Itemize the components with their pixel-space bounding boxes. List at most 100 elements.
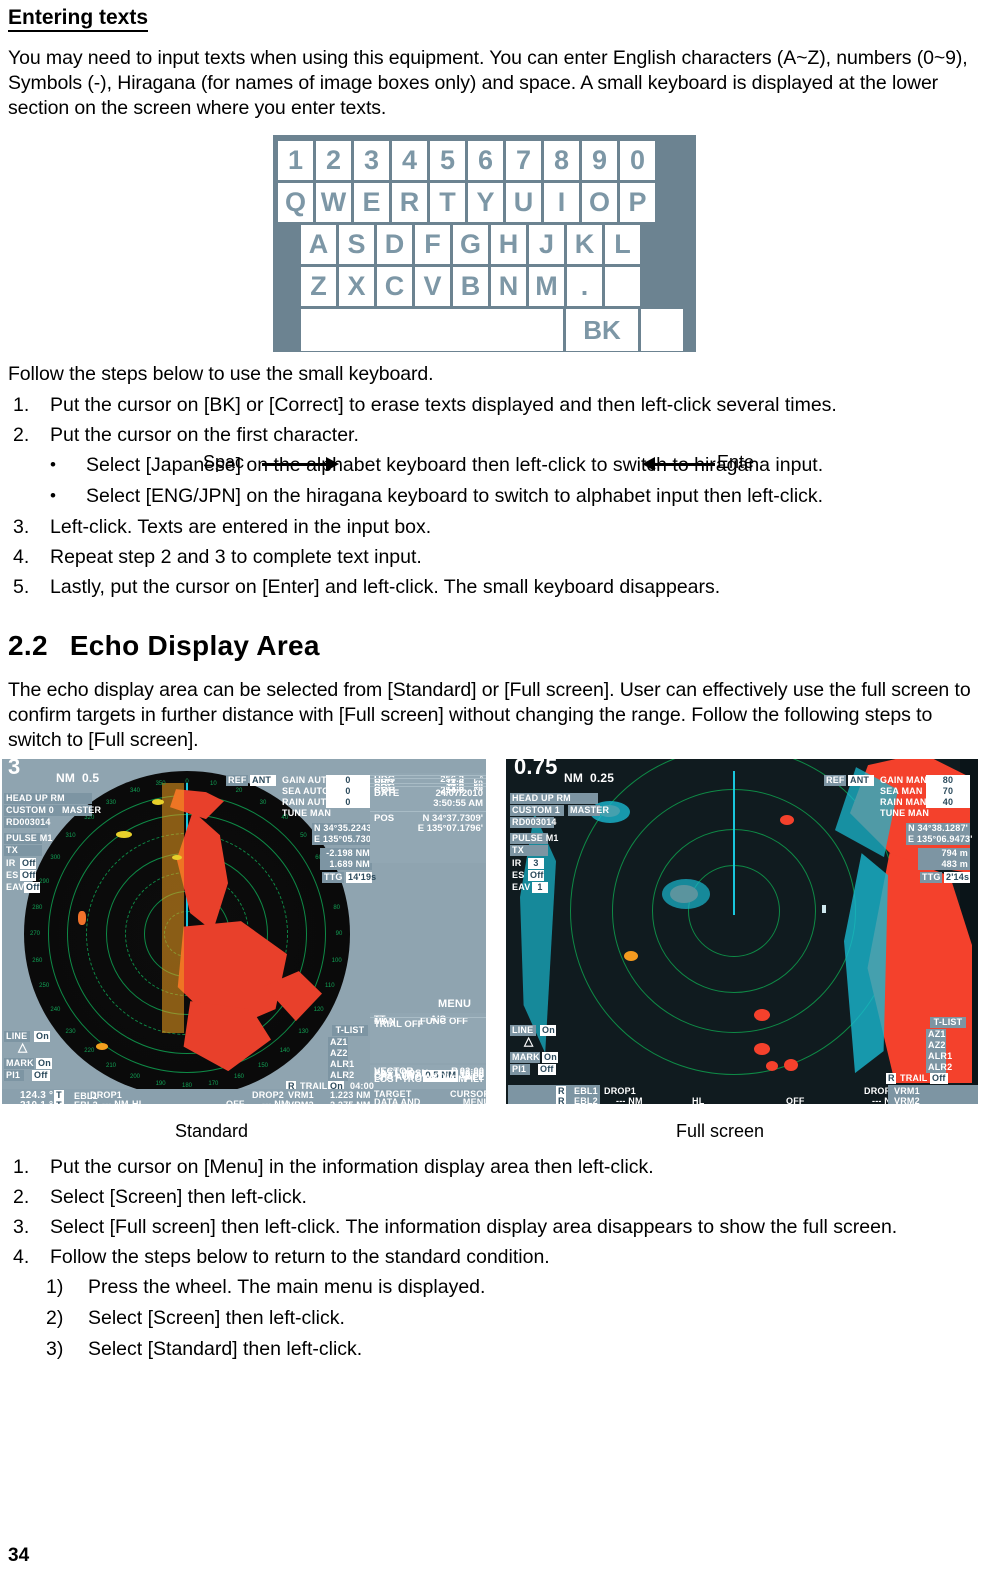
es-value-std[interactable]: Off — [20, 870, 36, 882]
key-u[interactable]: U — [506, 183, 541, 223]
key-i[interactable]: I — [544, 183, 579, 223]
key-k[interactable]: K — [567, 225, 602, 265]
key-r[interactable]: R — [392, 183, 427, 223]
key-y[interactable]: Y — [468, 183, 503, 223]
az1-std[interactable]: AZ1 — [328, 1037, 348, 1049]
key-o[interactable]: O — [582, 183, 617, 223]
alr2-fs[interactable]: ALR2 — [926, 1062, 952, 1074]
key-8[interactable]: 8 — [544, 141, 579, 181]
key-3[interactable]: 3 — [354, 141, 389, 181]
key-h[interactable]: H — [491, 225, 526, 265]
trail-value-fs[interactable]: Off — [930, 1073, 948, 1085]
key-backspace[interactable]: BK — [566, 309, 638, 352]
rain-value-std[interactable]: 0 — [326, 797, 370, 809]
key-2[interactable]: 2 — [316, 141, 351, 181]
cursor-menu-std[interactable]: CURSOR MENU — [448, 1090, 486, 1105]
key-7[interactable]: 7 — [506, 141, 541, 181]
key-p[interactable]: P — [620, 183, 655, 223]
list-text: Select [Standard] then left-click. — [88, 1338, 363, 1361]
t-list-button-std[interactable]: T-LIST — [332, 1025, 368, 1037]
key-9[interactable]: 9 — [582, 141, 617, 181]
key-e[interactable]: E — [354, 183, 389, 223]
ref-fs[interactable]: REF — [824, 775, 846, 787]
key-6[interactable]: 6 — [468, 141, 503, 181]
es-label-std: ES — [6, 870, 19, 881]
sea-value-fs[interactable]: 70 — [926, 786, 970, 798]
es-value-fs[interactable]: Off — [528, 870, 544, 882]
t-list-button-fs[interactable]: T-LIST — [930, 1017, 966, 1029]
alr1-std[interactable]: ALR1 — [328, 1059, 354, 1071]
key-f[interactable]: F — [415, 225, 450, 265]
bearing-tick-label: 240 — [50, 1007, 61, 1014]
alr1-fs[interactable]: ALR1 — [926, 1051, 952, 1063]
key-0[interactable]: 0 — [620, 141, 655, 181]
key-q[interactable]: Q — [278, 183, 313, 223]
ebl2-ref-fs[interactable]: R — [556, 1096, 566, 1105]
key-b[interactable]: B — [453, 267, 488, 307]
line-value-fs[interactable]: On — [540, 1025, 556, 1037]
key-1[interactable]: 1 — [278, 141, 313, 181]
pulse-fs[interactable]: PULSE M1 — [510, 833, 558, 845]
ir-value-fs[interactable]: 3 — [528, 858, 544, 870]
custom-std[interactable]: CUSTOM 0 — [4, 805, 60, 817]
tx-fs[interactable]: TX — [510, 845, 548, 857]
key-g[interactable]: G — [453, 225, 488, 265]
key-c[interactable]: C — [377, 267, 412, 307]
target-data-std[interactable]: TARGET DATA AND — [372, 1090, 423, 1105]
key-spacer — [605, 267, 640, 307]
line-value-std[interactable]: On — [34, 1031, 50, 1043]
ref-std[interactable]: REF — [226, 775, 248, 787]
keyboard-row-zxcv: Z X C V B N M . — [278, 267, 691, 307]
pulse-std[interactable]: PULSE M1 — [4, 833, 52, 845]
ant-std[interactable]: ANT — [250, 775, 276, 787]
key-enter[interactable] — [641, 309, 683, 352]
mark-value-std[interactable]: On — [36, 1058, 52, 1070]
menu-button-std[interactable]: MENU — [436, 999, 473, 1010]
key-l[interactable]: L — [605, 225, 640, 265]
key-v[interactable]: V — [415, 267, 450, 307]
az2-std[interactable]: AZ2 — [328, 1048, 348, 1060]
gain-value-fs[interactable]: 80 — [926, 775, 970, 787]
alr2-std[interactable]: ALR2 — [328, 1070, 354, 1082]
sea-value-std[interactable]: 0 — [326, 786, 370, 798]
pi-value-fs[interactable]: Off — [538, 1064, 556, 1076]
eav-value-std[interactable]: Off — [24, 882, 40, 894]
key-a[interactable]: A — [301, 225, 336, 265]
key-4[interactable]: 4 — [392, 141, 427, 181]
gain-value-std[interactable]: 0 — [326, 775, 370, 787]
bearing-tick-label: 290 — [39, 879, 50, 886]
pi-value-std[interactable]: Off — [32, 1070, 50, 1082]
bearing-tick-label: 250 — [39, 983, 50, 990]
ant-fs[interactable]: ANT — [848, 775, 874, 787]
soft-keyboard[interactable]: 1 2 3 4 5 6 7 8 9 0 Q W E R T Y U I O P … — [273, 135, 696, 353]
off-std: OFF — [226, 1099, 245, 1105]
key-m[interactable]: M — [529, 267, 564, 307]
key-w[interactable]: W — [316, 183, 351, 223]
ebl2-ref-std[interactable]: T — [54, 1100, 64, 1105]
ir-value-std[interactable]: Off — [20, 858, 36, 870]
tx-std[interactable]: TX — [4, 845, 42, 857]
trail-mode-fs[interactable]: R — [886, 1073, 896, 1085]
key-space[interactable] — [301, 309, 563, 352]
rain-value-fs[interactable]: 40 — [926, 797, 970, 809]
key-period[interactable]: . — [567, 267, 602, 307]
az2-fs[interactable]: AZ2 — [926, 1040, 946, 1052]
key-j[interactable]: J — [529, 225, 564, 265]
custom-fs[interactable]: CUSTOM 1 — [510, 805, 564, 817]
key-n[interactable]: N — [491, 267, 526, 307]
key-t[interactable]: T — [430, 183, 465, 223]
mark-value-fs[interactable]: On — [542, 1052, 558, 1064]
key-5[interactable]: 5 — [430, 141, 465, 181]
mode-fs[interactable]: HEAD UP RM — [510, 793, 598, 805]
eav-value-fs[interactable]: 1 — [532, 882, 548, 894]
az1-fs[interactable]: AZ1 — [926, 1029, 946, 1041]
key-d[interactable]: D — [377, 225, 412, 265]
trial-row[interactable]: TRIAL OFF — [370, 1017, 486, 1030]
entering-texts-bullets: • Select [Japanese] on the alphabet keyb… — [8, 453, 976, 509]
sea-label-std: SEA AUTO — [282, 786, 330, 797]
tt-setting-row[interactable]: LOST TRGT. ALARM FILT — [370, 1073, 486, 1085]
key-x[interactable]: X — [339, 267, 374, 307]
mode-std[interactable]: HEAD UP RM — [4, 793, 92, 805]
key-z[interactable]: Z — [301, 267, 336, 307]
key-s[interactable]: S — [339, 225, 374, 265]
